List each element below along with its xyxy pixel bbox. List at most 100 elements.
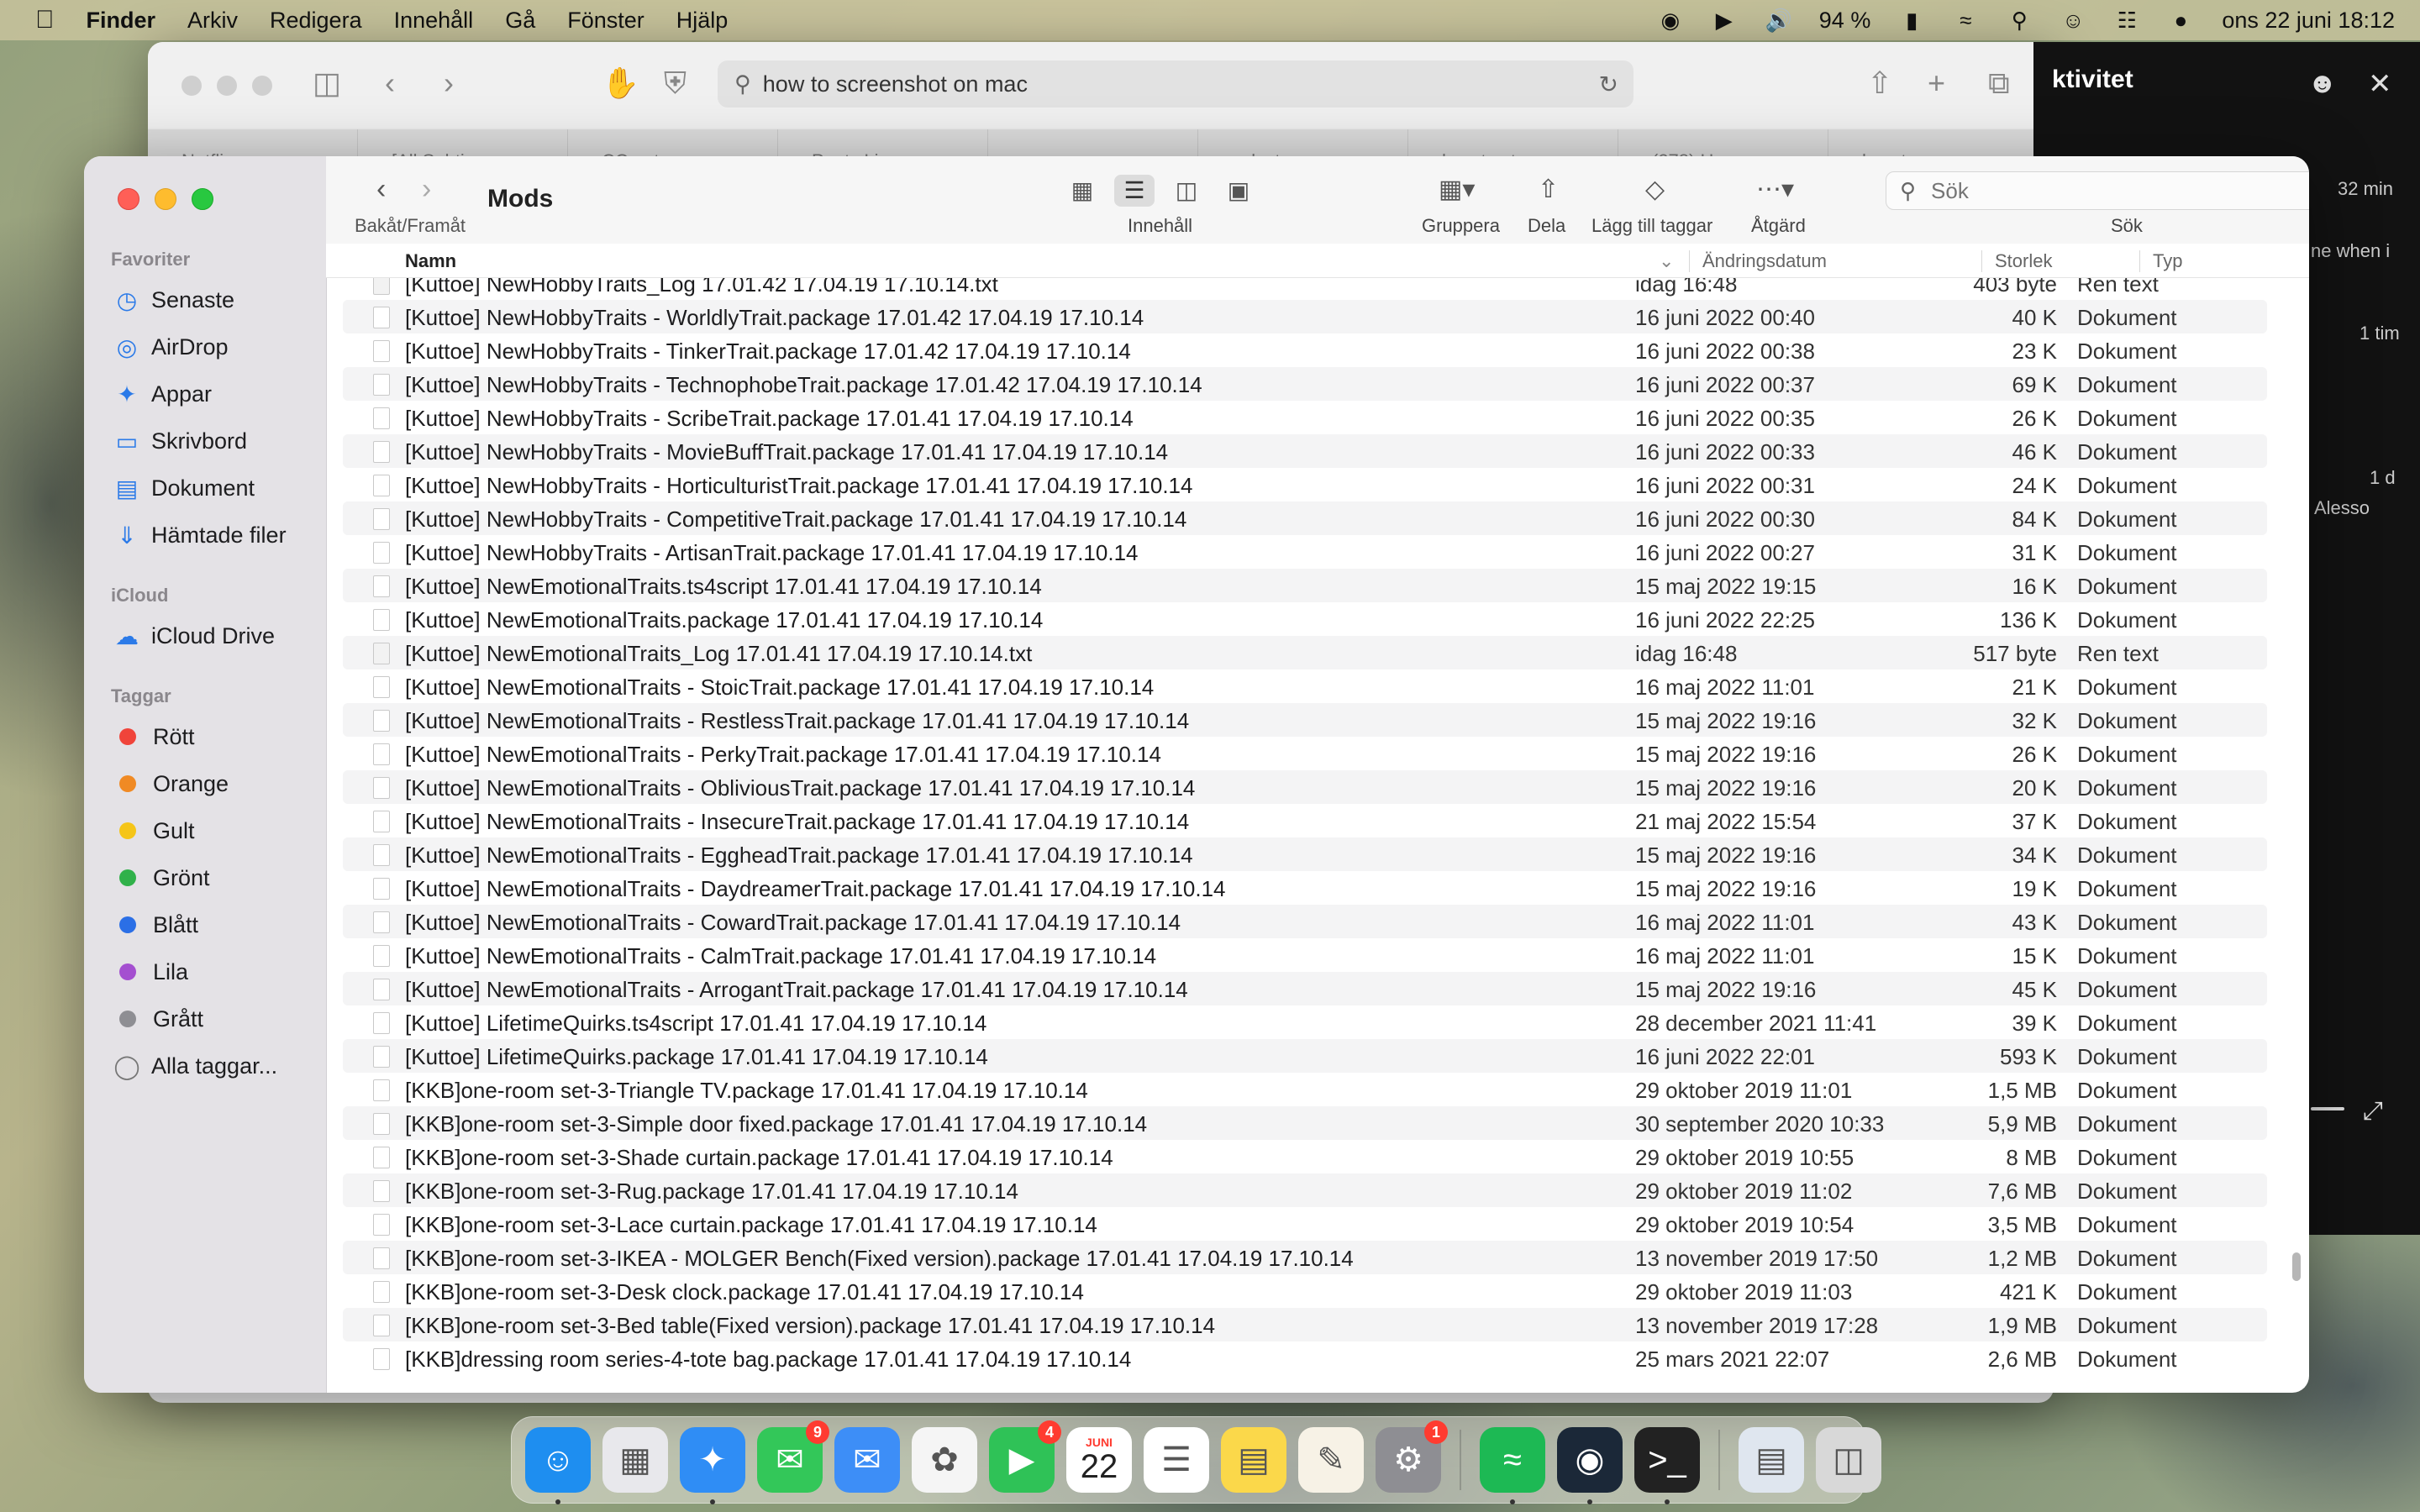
scrollbar-thumb[interactable] <box>2292 1252 2301 1281</box>
mail-icon[interactable]: ✉ <box>834 1427 900 1493</box>
table-row[interactable]: [Kuttoe] NewEmotionalTraits - ArrogantTr… <box>343 972 2267 1005</box>
new-tab-icon[interactable]: + <box>1928 66 1945 101</box>
column-name[interactable]: Namn <box>405 250 456 272</box>
table-row[interactable]: [KKB]one-room set-3-Rug.package 17.01.41… <box>343 1173 2267 1207</box>
tab-overview-icon[interactable]: ⧉ <box>1988 66 2010 102</box>
sidebar-tag-purple[interactable]: Lila <box>113 951 188 993</box>
safari-minimize-button[interactable] <box>217 76 237 96</box>
safari-address-bar[interactable]: ⚲ how to screenshot on mac ↻ <box>718 60 1634 108</box>
sort-chevron-icon[interactable]: ⌄ <box>1659 250 1674 272</box>
table-row[interactable]: [Kuttoe] NewEmotionalTraits_Log 17.01.41… <box>343 636 2267 669</box>
shield-icon[interactable]: ⛨ <box>664 66 687 102</box>
downloads-folder-icon[interactable]: ▤ <box>1739 1427 1804 1493</box>
user-icon[interactable]: ☺ <box>2060 8 2086 33</box>
sidebar-tag-red[interactable]: Rött <box>113 716 195 758</box>
table-row[interactable]: [Kuttoe] NewHobbyTraits - MovieBuffTrait… <box>343 434 2267 468</box>
trash-icon[interactable]: ◫ <box>1816 1427 1881 1493</box>
table-row[interactable]: [Kuttoe] NewEmotionalTraits - StoicTrait… <box>343 669 2267 703</box>
reload-icon[interactable]: ↻ <box>1599 71 1618 98</box>
safari-icon[interactable]: ✦ <box>680 1427 745 1504</box>
status-app-icon[interactable]: ◉ <box>1658 8 1683 33</box>
table-row[interactable]: [KKB]one-room set-3-Triangle TV.package … <box>343 1073 2267 1106</box>
sidebar-tag-yellow[interactable]: Gult <box>113 810 195 852</box>
search-input[interactable] <box>1929 176 2309 205</box>
menu-arkiv[interactable]: Arkiv <box>187 8 238 34</box>
sidebar-tag-orange[interactable]: Orange <box>113 763 229 805</box>
battery-icon[interactable]: ▮ <box>1899 8 1924 33</box>
terminal-icon[interactable]: >_ <box>1634 1427 1700 1504</box>
table-row[interactable]: [KKB]one-room set-3-Lace curtain.package… <box>343 1207 2267 1241</box>
sidebar-tag-green[interactable]: Grönt <box>113 857 210 899</box>
menu-innehall[interactable]: Innehåll <box>394 8 474 34</box>
table-row[interactable]: [Kuttoe] NewHobbyTraits - WorldlyTrait.p… <box>343 300 2267 333</box>
sidebar-item-appar[interactable]: ✦ Appar <box>113 373 212 415</box>
close-icon[interactable]: ✕ <box>2368 67 2392 101</box>
add-friend-icon[interactable]: ☻ <box>2307 67 2338 100</box>
table-row[interactable]: [Kuttoe] NewEmotionalTraits.package 17.0… <box>343 602 2267 636</box>
table-row[interactable]: [Kuttoe] NewEmotionalTraits - Daydreamer… <box>343 871 2267 905</box>
notes-icon[interactable]: ▤ <box>1221 1427 1286 1493</box>
icon-view-button[interactable]: ▦ <box>1062 175 1102 207</box>
column-size[interactable]: Storlek <box>1995 250 2052 272</box>
sidebar-all-tags[interactable]: ◯ Alla taggar... <box>113 1045 277 1087</box>
table-row[interactable]: [Kuttoe] NewHobbyTraits - CompetitiveTra… <box>343 501 2267 535</box>
sidebar-item-hamtade-filer[interactable]: ⇓ Hämtade filer <box>113 514 286 556</box>
table-row[interactable]: [Kuttoe] NewEmotionalTraits - CalmTrait.… <box>343 938 2267 972</box>
table-row[interactable]: [Kuttoe] NewEmotionalTraits - InsecureTr… <box>343 804 2267 837</box>
fullscreen-icon[interactable]: ⤢ <box>2363 1097 2383 1126</box>
reminders-icon[interactable]: ☰ <box>1144 1427 1209 1493</box>
menu-ga[interactable]: Gå <box>505 8 535 34</box>
table-row[interactable]: [Kuttoe] NewHobbyTraits - ArtisanTrait.p… <box>343 535 2267 569</box>
control-center-icon[interactable]: ☷ <box>2114 8 2139 33</box>
table-row[interactable]: [KKB]one-room set-3-IKEA - MOLGER Bench(… <box>343 1241 2267 1274</box>
safari-zoom-button[interactable] <box>252 76 272 96</box>
safari-close-button[interactable] <box>182 76 202 96</box>
wifi-icon[interactable]: ≈ <box>1953 8 1978 33</box>
menu-hjalp[interactable]: Hjälp <box>676 8 729 34</box>
sidebar-tag-blue[interactable]: Blått <box>113 904 198 946</box>
table-row[interactable]: [Kuttoe] NewHobbyTraits_Log 17.01.42 17.… <box>343 278 2267 300</box>
table-row[interactable]: [KKB]one-room set-3-Simple door fixed.pa… <box>343 1106 2267 1140</box>
group-icon[interactable]: ▦▾ <box>1439 175 1475 204</box>
menu-redigera[interactable]: Redigera <box>270 8 362 34</box>
table-row[interactable]: [Kuttoe] NewHobbyTraits - TechnophobeTra… <box>343 367 2267 401</box>
table-row[interactable]: [Kuttoe] NewHobbyTraits - TinkerTrait.pa… <box>343 333 2267 367</box>
share-icon[interactable]: ⇧ <box>1867 66 1892 101</box>
column-date[interactable]: Ändringsdatum <box>1702 250 1827 272</box>
column-view-button[interactable]: ◫ <box>1166 175 1207 207</box>
list-view-button[interactable]: ☰ <box>1114 175 1155 207</box>
table-row[interactable]: [Kuttoe] NewHobbyTraits - Horticulturist… <box>343 468 2267 501</box>
forward-icon[interactable]: › <box>444 66 454 101</box>
table-row[interactable]: [Kuttoe] NewEmotionalTraits.ts4script 17… <box>343 569 2267 602</box>
messages-icon[interactable]: ✉ 9 <box>757 1420 829 1493</box>
search-field[interactable]: ⚲ <box>1886 171 2309 210</box>
table-row[interactable]: [KKB]one-room set-3-Desk clock.package 1… <box>343 1274 2267 1308</box>
tag-icon[interactable]: ◇ <box>1645 175 1665 204</box>
launchpad-icon[interactable]: ▦ <box>602 1427 668 1493</box>
steam-icon[interactable]: ◉ <box>1557 1427 1623 1504</box>
back-button[interactable]: ‹ <box>376 173 386 206</box>
spotlight-search-icon[interactable]: ⚲ <box>2007 8 2032 33</box>
sidebar-tag-gray[interactable]: Grått <box>113 998 203 1040</box>
table-row[interactable]: [Kuttoe] LifetimeQuirks.ts4script 17.01.… <box>343 1005 2267 1039</box>
settings-icon[interactable]: ⚙ 1 <box>1376 1420 1448 1493</box>
siri-icon[interactable]: ● <box>2168 8 2193 33</box>
table-row[interactable]: [Kuttoe] NewEmotionalTraits - RestlessTr… <box>343 703 2267 737</box>
table-row[interactable]: [Kuttoe] NewEmotionalTraits - EggheadTra… <box>343 837 2267 871</box>
forward-button[interactable]: › <box>422 173 431 206</box>
back-icon[interactable]: ‹ <box>385 66 395 101</box>
table-row[interactable]: [Kuttoe] NewEmotionalTraits - ObliviousT… <box>343 770 2267 804</box>
apple-menu-icon[interactable]:  <box>35 6 55 34</box>
table-row[interactable]: [Kuttoe] NewHobbyTraits - ScribeTrait.pa… <box>343 401 2267 434</box>
privacy-hand-icon[interactable]: ✋ <box>602 66 639 101</box>
spotify-icon[interactable]: ≈ <box>1480 1427 1545 1504</box>
table-row[interactable]: [KKB]one-room set-3-Bed table(Fixed vers… <box>343 1308 2267 1341</box>
table-row[interactable]: [Kuttoe] NewEmotionalTraits - PerkyTrait… <box>343 737 2267 770</box>
menu-app-name[interactable]: Finder <box>87 8 156 34</box>
menu-clock[interactable]: ons 22 juni 18:12 <box>2222 8 2395 34</box>
finder-minimize-button[interactable] <box>155 188 176 210</box>
photos-icon[interactable]: ✿ <box>912 1427 977 1493</box>
gallery-view-button[interactable]: ▣ <box>1218 175 1259 207</box>
sidebar-toggle-icon[interactable]: ◫ <box>313 66 341 101</box>
sidebar-item-skrivbord[interactable]: ▭ Skrivbord <box>113 420 247 462</box>
